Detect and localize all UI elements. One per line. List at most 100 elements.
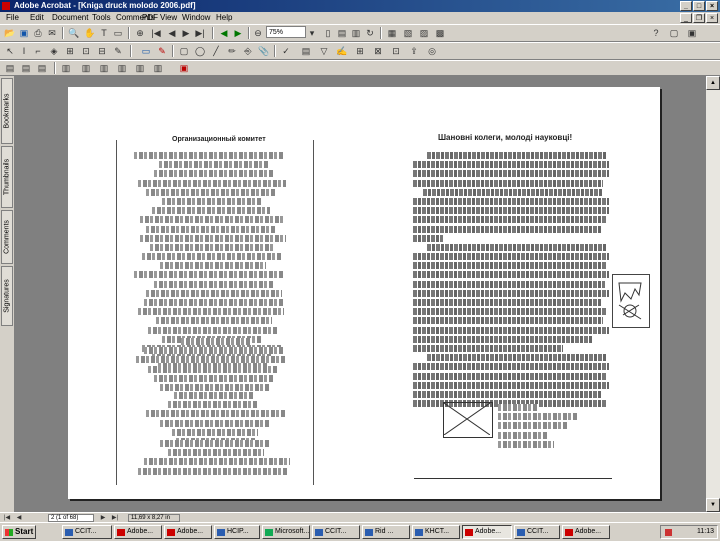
page-icon-4[interactable]: ▥ — [60, 62, 72, 74]
continuous-icon[interactable]: ▧ — [402, 27, 414, 39]
rotate-icon[interactable]: ↻ — [364, 27, 376, 39]
page-icon-3[interactable]: ▤ — [36, 62, 48, 74]
menu-help[interactable]: Help — [216, 13, 232, 22]
previous-page-icon[interactable]: ◀ — [166, 27, 178, 39]
status-last-page-icon[interactable]: ▶| — [110, 514, 120, 522]
pdf-convert-icon[interactable]: ▣ — [178, 62, 190, 74]
sign-icon[interactable]: ✍ — [336, 45, 348, 57]
text-select-icon[interactable]: I — [18, 45, 30, 57]
article-tool-icon[interactable]: ⊞ — [64, 45, 76, 57]
select-text-icon[interactable]: T — [98, 27, 110, 39]
fit-width-icon[interactable]: ▥ — [350, 27, 362, 39]
hand-tool-icon[interactable]: ✋ — [84, 27, 96, 39]
menu-pdf[interactable]: PDF — [142, 13, 158, 22]
measure-icon[interactable]: ⊡ — [390, 45, 402, 57]
rectangle-icon[interactable]: ▢ — [178, 45, 190, 57]
zoom-level-field[interactable]: 75% — [266, 26, 306, 38]
tab-signatures[interactable]: Signatures — [1, 266, 13, 326]
menu-window[interactable]: Window — [182, 13, 210, 22]
pencil-icon[interactable]: ✏ — [226, 45, 238, 57]
review-icon[interactable]: ⊞ — [354, 45, 366, 57]
page-icon-5[interactable]: ▥ — [80, 62, 92, 74]
taskbar-item-8[interactable]: KHCT... — [412, 525, 460, 539]
tab-bookmarks[interactable]: Bookmarks — [1, 78, 13, 144]
last-page-icon[interactable]: ▶| — [194, 27, 206, 39]
snapshot-icon[interactable]: ▭ — [112, 27, 124, 39]
zoom-in-icon[interactable]: ⊕ — [134, 27, 146, 39]
filter-icon[interactable]: ▽ — [318, 45, 330, 57]
tab-comments[interactable]: Comments — [1, 210, 13, 264]
page-icon-2[interactable]: ▤ — [20, 62, 32, 74]
doc-restore-button[interactable]: ❐ — [693, 13, 705, 23]
spell-check-icon[interactable]: ✓ — [280, 45, 292, 57]
email-icon[interactable]: ✉ — [46, 27, 58, 39]
stamp-tool-icon[interactable]: ⎆ — [242, 45, 254, 57]
full-screen-icon[interactable]: ▣ — [686, 27, 698, 39]
save-icon[interactable]: ▣ — [18, 27, 30, 39]
zoom-out-icon[interactable]: ⊖ — [252, 27, 264, 39]
taskbar-item-5[interactable]: Microsoft... — [262, 525, 310, 539]
next-view-icon[interactable]: ▶ — [232, 27, 244, 39]
compare-icon[interactable]: ⊠ — [372, 45, 384, 57]
menu-file[interactable]: File — [6, 13, 19, 22]
taskbar-item-2[interactable]: Adobe... — [114, 525, 162, 539]
close-button[interactable]: × — [706, 1, 718, 11]
facing-icon[interactable]: ▨ — [418, 27, 430, 39]
summarize-icon[interactable]: ▤ — [300, 45, 312, 57]
actual-size-icon[interactable]: ▯ — [322, 27, 334, 39]
tab-thumbnails[interactable]: Thumbnails — [1, 146, 13, 208]
next-page-icon[interactable]: ▶ — [180, 27, 192, 39]
print-icon[interactable]: ⎙ — [32, 27, 44, 39]
taskbar-item-3[interactable]: Adobe... — [164, 525, 212, 539]
vertical-scrollbar[interactable]: ▲ ▼ — [706, 76, 720, 512]
tray-icon[interactable] — [665, 529, 672, 536]
page-icon-1[interactable]: ▤ — [4, 62, 16, 74]
select-arrow-icon[interactable]: ↖ — [4, 45, 16, 57]
export-icon[interactable]: ⇪ — [408, 45, 420, 57]
acrobat-app-icon[interactable] — [2, 2, 10, 10]
doc-close-button[interactable]: × — [706, 13, 718, 23]
attach-icon[interactable]: 📎 — [258, 45, 270, 57]
oval-icon[interactable]: ◯ — [194, 45, 206, 57]
menu-edit[interactable]: Edit — [30, 13, 44, 22]
status-next-page-icon[interactable]: ▶ — [98, 514, 108, 522]
menu-tools[interactable]: Tools — [92, 13, 111, 22]
taskbar-item-11[interactable]: Adobe... — [562, 525, 610, 539]
page-icon-7[interactable]: ▥ — [116, 62, 128, 74]
taskbar-item-7[interactable]: Rid ... — [362, 525, 410, 539]
page-icon-8[interactable]: ▥ — [134, 62, 146, 74]
line-tool-icon[interactable]: ╱ — [210, 45, 222, 57]
maximize-button[interactable]: □ — [693, 1, 705, 11]
status-prev-page-icon[interactable]: ◀ — [14, 514, 24, 522]
movie-tool-icon[interactable]: ⊡ — [80, 45, 92, 57]
zoom-dropdown-icon[interactable]: ▾ — [306, 27, 318, 39]
start-button[interactable]: Start — [2, 525, 36, 539]
taskbar-item-1[interactable]: CCIT... — [62, 525, 112, 539]
menu-document[interactable]: Document — [52, 13, 88, 22]
page-number-field[interactable]: 2 (1 of 68) — [48, 514, 94, 522]
page-layout-icon[interactable]: ▦ — [386, 27, 398, 39]
crop-icon[interactable]: ⌐ — [32, 45, 44, 57]
highlight-icon[interactable]: ✎ — [156, 45, 168, 57]
first-page-icon[interactable]: |◀ — [150, 27, 162, 39]
previous-view-icon[interactable]: ◀ — [218, 27, 230, 39]
taskbar-item-10[interactable]: CCIT... — [514, 525, 560, 539]
note-tool-icon[interactable]: ▭ — [140, 45, 152, 57]
touchup-icon[interactable]: ✎ — [112, 45, 124, 57]
web-capture-icon[interactable]: ◎ — [426, 45, 438, 57]
minimize-button[interactable]: _ — [680, 1, 692, 11]
scroll-down-button[interactable]: ▼ — [706, 498, 720, 512]
taskbar-item-9-active[interactable]: Adobe... — [462, 525, 512, 539]
help-icon[interactable]: ? — [650, 27, 662, 39]
taskbar-item-4[interactable]: HCIP... — [214, 525, 260, 539]
scroll-up-button[interactable]: ▲ — [706, 76, 720, 90]
link-tool-icon[interactable]: ◈ — [48, 45, 60, 57]
doc-minimize-button[interactable]: _ — [680, 13, 692, 23]
menu-view[interactable]: View — [160, 13, 177, 22]
fit-page-icon[interactable]: ▤ — [336, 27, 348, 39]
taskbar-item-6[interactable]: CCIT... — [312, 525, 360, 539]
status-first-page-icon[interactable]: |◀ — [2, 514, 12, 522]
page-icon-6[interactable]: ▥ — [98, 62, 110, 74]
page-icon-9[interactable]: ▥ — [152, 62, 164, 74]
search-icon[interactable]: 🔍 — [68, 27, 80, 39]
